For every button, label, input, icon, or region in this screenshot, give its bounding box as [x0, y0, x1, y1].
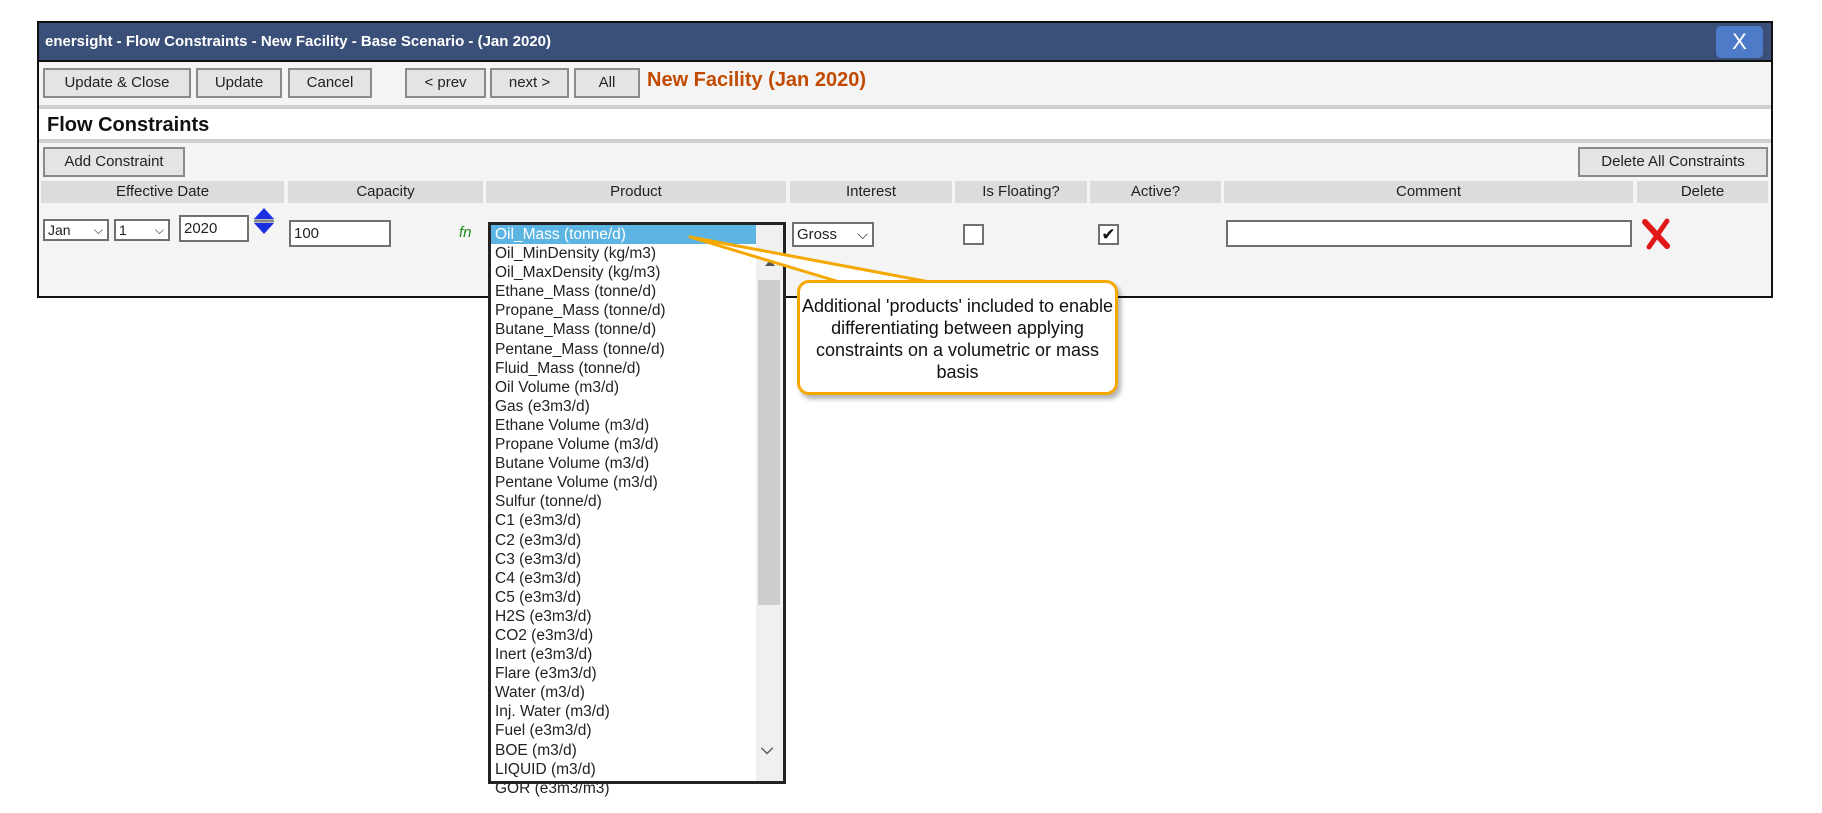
callout-note: Additional 'products' included to enable…: [797, 280, 1118, 395]
callout-joint: [841, 283, 937, 288]
callout-pointer: [688, 235, 937, 285]
